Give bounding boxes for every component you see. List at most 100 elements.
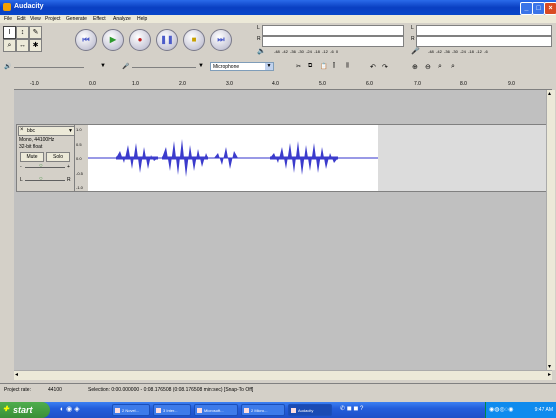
record-meter-right (416, 36, 552, 47)
zoom-in-icon[interactable]: ⊕ (412, 63, 418, 71)
track-close-icon[interactable]: × (20, 127, 24, 133)
empty-track-region[interactable] (378, 124, 548, 192)
windows-logo-icon: ✚ (3, 406, 9, 413)
solo-button[interactable]: Solo (46, 152, 70, 162)
menu-view[interactable]: View (30, 16, 41, 22)
project-rate-value[interactable]: 44100 (48, 387, 62, 393)
vertical-scrollbar[interactable]: ▴ ▾ (546, 90, 555, 370)
system-tray: ◉◍◎◌◉ 9:47 AM (485, 402, 556, 418)
copy-icon[interactable]: ⧉ (308, 63, 312, 70)
paste-icon[interactable]: 📋 (320, 63, 327, 70)
fit-project-icon[interactable]: ⌕ (451, 63, 455, 71)
tray-icons[interactable]: ◉◍◎◌◉ (489, 406, 514, 413)
record-meter-left (416, 25, 552, 36)
record-button[interactable]: ● (129, 29, 151, 51)
scroll-down-icon[interactable]: ▾ (548, 363, 551, 370)
fit-selection-icon[interactable]: ⌕ (438, 63, 442, 71)
ruler-tick: 6.0 (366, 81, 373, 87)
silence-icon[interactable]: ⫼ (346, 63, 349, 70)
pan-slider-thumb[interactable]: ○ (39, 176, 43, 182)
menu-bar: File Edit View Project Generate Effect A… (0, 15, 556, 23)
menu-analyze[interactable]: Analyze (113, 16, 131, 22)
selection-tool-icon[interactable]: I (3, 26, 16, 39)
waveform-area[interactable] (88, 124, 378, 192)
taskbar-item[interactable]: 2 Micro... (241, 404, 285, 416)
gain-slider[interactable] (25, 167, 65, 168)
scroll-right-icon[interactable]: ▸ (548, 371, 551, 378)
window-icon (197, 408, 202, 413)
input-slider-thumb[interactable]: ▼ (198, 63, 204, 69)
ruler-tick: 3.0 (226, 81, 233, 87)
menu-effect[interactable]: Effect (93, 16, 106, 22)
skip-end-button[interactable]: ⏭ (210, 29, 232, 51)
pause-icon: ❚❚ (160, 35, 174, 44)
project-rate-label: Project rate: (4, 387, 31, 393)
menu-help[interactable]: Help (137, 16, 147, 22)
play-button[interactable]: ▶ (102, 29, 124, 51)
meter-right-label: R (257, 36, 261, 42)
output-volume-icon: 🔊 (4, 64, 12, 70)
timeshift-tool-icon[interactable]: ↔ (16, 39, 29, 52)
skip-start-icon: ⏮ (82, 35, 90, 44)
undo-icon[interactable]: ↶ (370, 63, 376, 71)
start-button[interactable]: ✚ start (0, 402, 50, 418)
window-icon (115, 408, 120, 413)
input-device-select[interactable]: Microphone ▼ (210, 62, 274, 71)
draw-tool-icon[interactable]: ✎ (29, 26, 42, 39)
start-label: start (13, 405, 33, 415)
track-menu-chevron-icon: ▼ (68, 128, 73, 134)
pan-right-label: R (67, 177, 71, 183)
taskbar-item[interactable]: Microsoft... (194, 404, 238, 416)
envelope-tool-icon[interactable]: ↕ (16, 26, 29, 39)
taskbar-item-active[interactable]: Audacity (288, 404, 332, 416)
menu-edit[interactable]: Edit (17, 16, 26, 22)
cut-icon[interactable]: ✂ (296, 63, 301, 70)
pan-slider[interactable] (25, 180, 65, 181)
input-device-value: Microphone (213, 64, 240, 70)
taskbar-extra-icons[interactable]: ✆ ◼ ◼ ? (340, 405, 363, 412)
microphone-icon[interactable]: 🎤 (411, 47, 420, 55)
ruler-tick: 9.0 (508, 81, 515, 87)
ruler-tick: -1.0 (30, 81, 39, 87)
pan-left-label: L (20, 177, 23, 183)
input-volume-slider[interactable] (132, 67, 196, 68)
gain-minus-label: - (20, 164, 22, 170)
timeline-ruler[interactable]: -1.0 0.0 1.0 2.0 3.0 4.0 5.0 6.0 7.0 8.0… (14, 80, 552, 90)
audacity-app-icon (3, 3, 11, 11)
waveform-svg (88, 139, 378, 177)
taskbar-item[interactable]: 3 Inter... (153, 404, 191, 416)
trim-icon[interactable]: ⫿ (333, 63, 335, 70)
close-button[interactable]: × (544, 2, 556, 15)
ruler-tick: 5.0 (319, 81, 326, 87)
multi-tool-icon[interactable]: ✱ (29, 39, 42, 52)
gain-slider-thumb[interactable]: ○ (39, 163, 43, 169)
mute-button[interactable]: Mute (20, 152, 44, 162)
chevron-down-icon: ▼ (265, 63, 273, 70)
menu-file[interactable]: File (4, 16, 12, 22)
redo-icon[interactable]: ↷ (382, 63, 388, 71)
speaker-icon[interactable]: 🔈 (257, 47, 266, 55)
output-volume-slider[interactable] (14, 67, 84, 68)
track-name-menu[interactable]: × bbc ▼ (18, 126, 76, 136)
selection-status: Selection: 0:00.000000 - 0:08.176508 (0:… (88, 387, 254, 393)
zoom-tool-icon[interactable]: ⌕ (3, 39, 16, 52)
stop-button[interactable]: ■ (183, 29, 205, 51)
menu-project[interactable]: Project (45, 16, 61, 22)
scroll-left-icon[interactable]: ◂ (15, 371, 18, 378)
quicklaunch-icons[interactable]: ◐ ◉ ◈ (60, 405, 80, 413)
zoom-out-icon[interactable]: ⊖ (425, 63, 431, 71)
skip-start-button[interactable]: ⏮ (75, 29, 97, 51)
scroll-up-icon[interactable]: ▴ (548, 90, 551, 97)
record-icon: ● (137, 35, 143, 44)
window-title: Audacity (14, 3, 44, 10)
horizontal-scrollbar[interactable]: ◂ ▸ (14, 370, 552, 380)
output-slider-thumb[interactable]: ▼ (100, 63, 106, 69)
pause-button[interactable]: ❚❚ (156, 29, 178, 51)
menu-generate[interactable]: Generate (66, 16, 87, 22)
rec-meter-right-label: R (411, 36, 415, 42)
stop-icon: ■ (191, 35, 197, 44)
taskbar-item[interactable]: 2 Novel... (112, 404, 150, 416)
amp-tick: -1.0 (76, 185, 83, 190)
track-samplefmt: 32-bit float (19, 144, 43, 150)
ruler-tick: 4.0 (272, 81, 279, 87)
